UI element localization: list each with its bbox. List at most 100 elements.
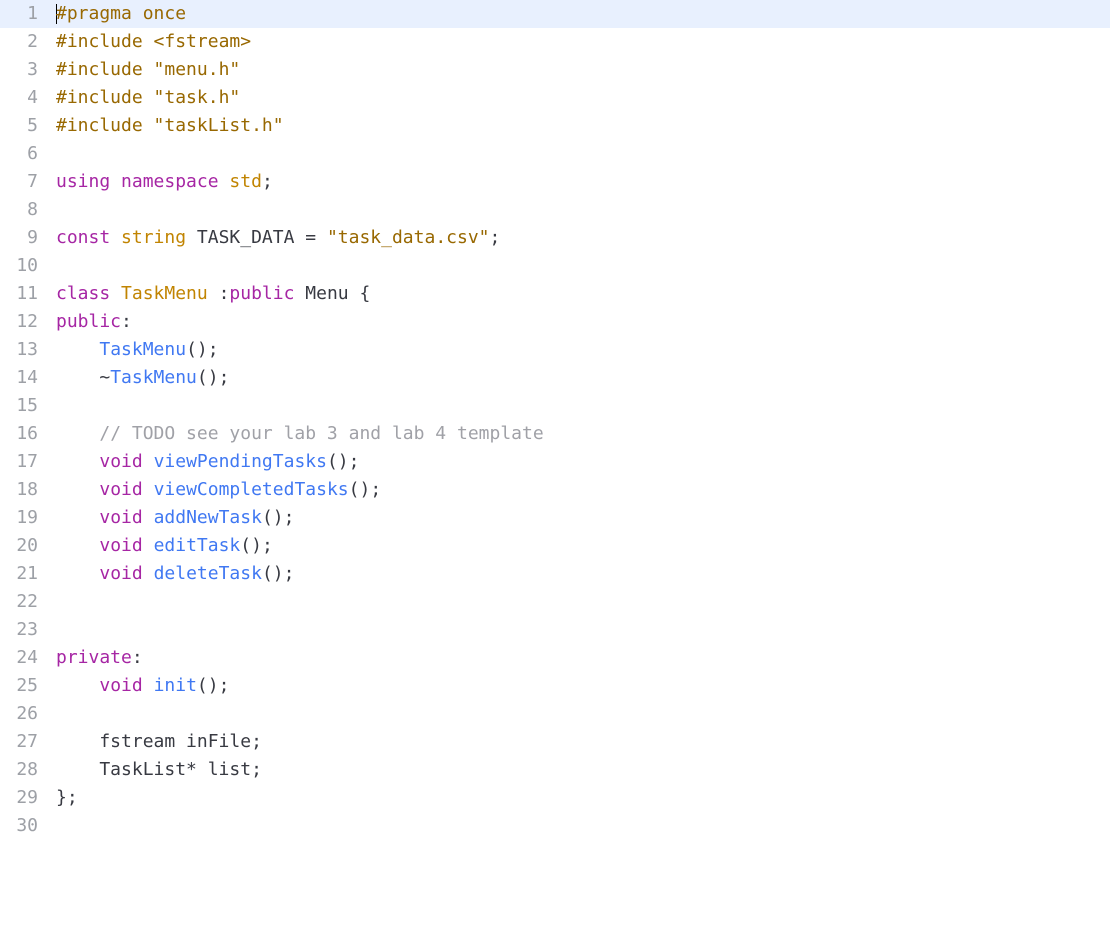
code-line[interactable]: 27 fstream inFile; [0,728,1110,756]
line-number: 13 [0,336,56,364]
code-line[interactable]: 4#include "task.h" [0,84,1110,112]
line-number: 30 [0,812,56,840]
line-number: 6 [0,140,56,168]
token-txt: fstream inFile; [56,731,262,752]
token-pp: once [143,3,186,24]
token-kw: namespace [121,171,219,192]
code-content[interactable]: class TaskMenu :public Menu { [56,280,1110,308]
token-kw: private [56,647,132,668]
line-number: 14 [0,364,56,392]
code-line[interactable]: 1#pragma once [0,0,1110,28]
code-content[interactable]: private: [56,644,1110,672]
code-line[interactable]: 28 TaskList* list; [0,756,1110,784]
token-com: // TODO see your lab 3 and lab 4 templat… [99,423,543,444]
code-content[interactable]: #pragma once [56,0,1110,28]
line-number: 16 [0,420,56,448]
line-number: 28 [0,756,56,784]
code-line[interactable]: 15 [0,392,1110,420]
token-str: "task.h" [154,87,241,108]
code-line[interactable]: 10 [0,252,1110,280]
token-txt [143,31,154,52]
code-line[interactable]: 24private: [0,644,1110,672]
code-content[interactable]: #include <fstream> [56,28,1110,56]
token-txt: TaskList* list; [56,759,262,780]
code-content[interactable]: const string TASK_DATA = "task_data.csv"… [56,224,1110,252]
token-txt [143,563,154,584]
code-line[interactable]: 25 void init(); [0,672,1110,700]
code-line[interactable]: 9const string TASK_DATA = "task_data.csv… [0,224,1110,252]
token-str: <fstream> [154,31,252,52]
token-kw: void [99,675,142,696]
token-pp: #pragma [56,3,132,24]
code-line[interactable]: 5#include "taskList.h" [0,112,1110,140]
line-number: 25 [0,672,56,700]
code-content[interactable]: void viewPendingTasks(); [56,448,1110,476]
token-typ: std [229,171,262,192]
token-pp: #include [56,87,143,108]
token-txt [110,283,121,304]
token-fn: init [154,675,197,696]
code-content[interactable]: #include "task.h" [56,84,1110,112]
line-number: 22 [0,588,56,616]
code-line[interactable]: 23 [0,616,1110,644]
code-line[interactable]: 29}; [0,784,1110,812]
code-content[interactable]: // TODO see your lab 3 and lab 4 templat… [56,420,1110,448]
token-txt [143,675,154,696]
token-txt [143,87,154,108]
line-number: 21 [0,560,56,588]
line-number: 3 [0,56,56,84]
token-txt: (); [186,339,219,360]
code-line[interactable]: 14 ~TaskMenu(); [0,364,1110,392]
token-txt: (); [262,563,295,584]
code-line[interactable]: 2#include <fstream> [0,28,1110,56]
code-line[interactable]: 22 [0,588,1110,616]
token-fn: viewPendingTasks [154,451,327,472]
line-number: 18 [0,476,56,504]
code-content[interactable]: void addNewTask(); [56,504,1110,532]
code-content[interactable]: }; [56,784,1110,812]
line-number: 26 [0,700,56,728]
token-txt: ~ [56,367,110,388]
token-txt: : [121,311,132,332]
code-content[interactable]: TaskList* list; [56,756,1110,784]
code-content[interactable]: using namespace std; [56,168,1110,196]
code-line[interactable]: 13 TaskMenu(); [0,336,1110,364]
code-line[interactable]: 3#include "menu.h" [0,56,1110,84]
code-line[interactable]: 21 void deleteTask(); [0,560,1110,588]
code-content[interactable]: fstream inFile; [56,728,1110,756]
token-kw: using [56,171,110,192]
code-content[interactable]: TaskMenu(); [56,336,1110,364]
token-txt [56,451,99,472]
code-line[interactable]: 8 [0,196,1110,224]
code-line[interactable]: 16 // TODO see your lab 3 and lab 4 temp… [0,420,1110,448]
code-content[interactable]: void editTask(); [56,532,1110,560]
token-kw: void [99,479,142,500]
code-content[interactable]: ~TaskMenu(); [56,364,1110,392]
code-line[interactable]: 7using namespace std; [0,168,1110,196]
code-line[interactable]: 26 [0,700,1110,728]
code-content[interactable]: void deleteTask(); [56,560,1110,588]
token-pp: #include [56,115,143,136]
token-typ: TaskMenu [121,283,208,304]
code-line[interactable]: 11class TaskMenu :public Menu { [0,280,1110,308]
line-number: 1 [0,0,56,28]
code-line[interactable]: 30 [0,812,1110,840]
code-content[interactable]: void viewCompletedTasks(); [56,476,1110,504]
code-line[interactable]: 12public: [0,308,1110,336]
line-number: 9 [0,224,56,252]
token-txt: Menu { [294,283,370,304]
code-editor[interactable]: 1#pragma once2#include <fstream>3#includ… [0,0,1110,840]
code-line[interactable]: 19 void addNewTask(); [0,504,1110,532]
line-number: 4 [0,84,56,112]
token-txt [219,171,230,192]
code-content[interactable]: void init(); [56,672,1110,700]
code-content[interactable]: #include "menu.h" [56,56,1110,84]
code-line[interactable]: 18 void viewCompletedTasks(); [0,476,1110,504]
code-content[interactable]: #include "taskList.h" [56,112,1110,140]
code-content[interactable]: public: [56,308,1110,336]
code-line[interactable]: 6 [0,140,1110,168]
code-line[interactable]: 20 void editTask(); [0,532,1110,560]
token-txt [143,115,154,136]
line-number: 12 [0,308,56,336]
code-line[interactable]: 17 void viewPendingTasks(); [0,448,1110,476]
